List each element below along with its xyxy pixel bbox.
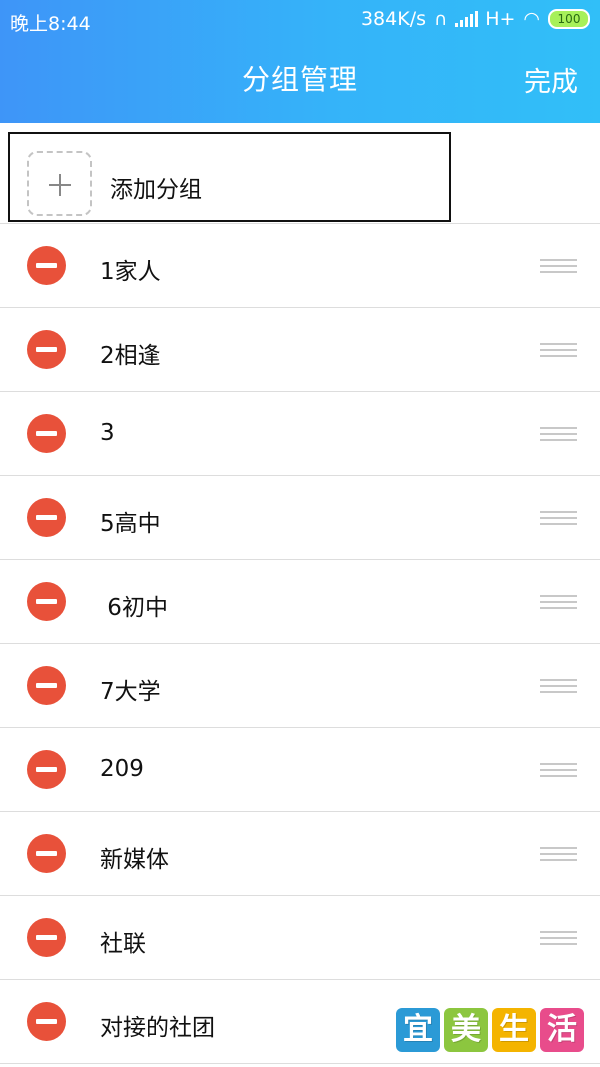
group-label: 对接的社团 (100, 1015, 215, 1041)
page-title: 分组管理 (241, 63, 358, 96)
wifi-icon: ◠ (523, 8, 540, 30)
status-indicators: 384K/s ∩ H+ ◠ 100 (361, 8, 590, 30)
group-row[interactable]: 7大学 (0, 644, 600, 728)
watermark-char: 活 (540, 1008, 584, 1052)
group-label: 7大学 (100, 679, 161, 705)
remove-circle-icon[interactable] (27, 498, 66, 537)
drag-handle-icon[interactable] (540, 931, 577, 945)
group-row[interactable]: 1家人 (0, 224, 600, 308)
group-label: 3 (100, 420, 115, 446)
add-group-row: 添加分组 (0, 123, 600, 224)
remove-circle-icon[interactable] (27, 414, 66, 453)
drag-handle-icon[interactable] (540, 343, 577, 357)
battery-icon: 100 (548, 9, 590, 29)
drag-handle-icon[interactable] (540, 427, 577, 441)
network-type: H+ (485, 8, 516, 30)
group-row[interactable]: 新媒体 (0, 812, 600, 896)
remove-circle-icon[interactable] (27, 582, 66, 621)
group-row[interactable]: 3 (0, 392, 600, 476)
group-label: 新媒体 (100, 847, 169, 873)
done-button[interactable]: 完成 (524, 60, 578, 99)
remove-circle-icon[interactable] (27, 750, 66, 789)
watermark-char: 生 (492, 1008, 536, 1052)
group-list: 添加分组 1家人 2相逢 3 5高中 6初中 7大学 209 新媒体社联对接的社团 (0, 123, 600, 1064)
drag-handle-icon[interactable] (540, 847, 577, 861)
drag-handle-icon[interactable] (540, 679, 577, 693)
remove-circle-icon[interactable] (27, 918, 66, 957)
drag-handle-icon[interactable] (540, 511, 577, 525)
group-label: 5高中 (100, 511, 161, 537)
watermark-char: 美 (444, 1008, 488, 1052)
group-row[interactable]: 2相逢 (0, 308, 600, 392)
status-time: 晚上8:44 (10, 13, 91, 35)
remove-circle-icon[interactable] (27, 834, 66, 873)
network-speed: 384K/s (360, 8, 426, 30)
watermark-logo: 宜美生活 (396, 1008, 584, 1054)
headset-icon: ∩ (434, 8, 448, 30)
group-row[interactable]: 6初中 (0, 560, 600, 644)
watermark-char: 宜 (396, 1008, 440, 1052)
remove-circle-icon[interactable] (27, 330, 66, 369)
app-header: 晚上8:44 384K/s ∩ H+ ◠ 100 分组管理 完成 (0, 0, 600, 123)
drag-handle-icon[interactable] (540, 763, 577, 777)
group-label: 2相逢 (100, 343, 161, 369)
group-row[interactable]: 209 (0, 728, 600, 812)
drag-handle-icon[interactable] (540, 595, 577, 609)
remove-circle-icon[interactable] (27, 666, 66, 705)
remove-circle-icon[interactable] (27, 246, 66, 285)
group-label: 6初中 (100, 595, 168, 621)
add-group-label: 添加分组 (110, 177, 202, 203)
group-label: 209 (100, 756, 144, 782)
plus-icon (27, 151, 92, 216)
remove-circle-icon[interactable] (27, 1002, 66, 1041)
add-group-button[interactable]: 添加分组 (8, 132, 451, 222)
group-label: 社联 (100, 931, 146, 957)
status-bar: 晚上8:44 384K/s ∩ H+ ◠ 100 (0, 0, 600, 40)
group-label: 1家人 (100, 259, 161, 285)
group-row[interactable]: 5高中 (0, 476, 600, 560)
signal-icon (455, 11, 479, 27)
drag-handle-icon[interactable] (540, 259, 577, 273)
group-row[interactable]: 社联 (0, 896, 600, 980)
